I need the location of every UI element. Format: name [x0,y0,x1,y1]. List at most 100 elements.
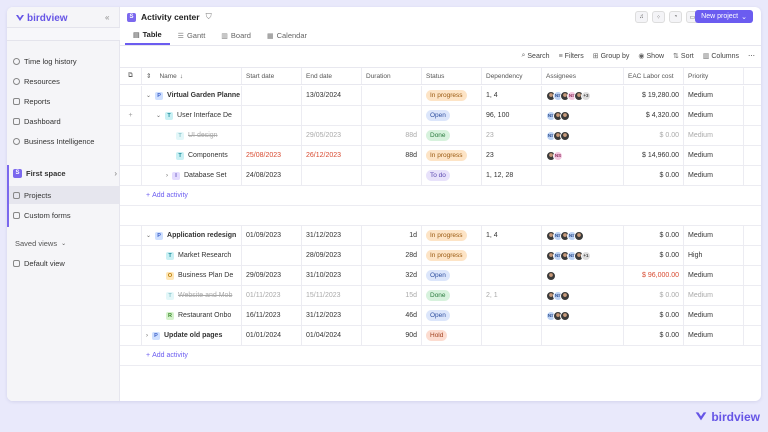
expand-chevron-icon[interactable]: ⌄ [146,92,151,99]
status-cell[interactable]: In progress [422,226,482,245]
priority-cell[interactable]: Medium [684,286,744,305]
end-date-cell[interactable]: 28/09/2023 [302,246,362,265]
sort-button[interactable]: ⇅ Sort [673,52,694,61]
status-cell[interactable]: In progress [422,246,482,265]
start-date-cell[interactable]: 16/11/2023 [242,306,302,325]
eac-cost-cell[interactable]: $ 19,280.00 [624,86,684,105]
avatar[interactable] [574,230,584,241]
table-row[interactable]: T UI design 29/05/2023 88d Done 23 NS $ 0.00 Med… [120,126,761,146]
row-gutter[interactable] [120,126,142,145]
table-row[interactable]: ⌄ P Application redesign 01/09/2023 31/12/20… [120,226,761,246]
column-start-date[interactable]: Start date [242,68,302,84]
sidebar-item-projects[interactable]: Projects [9,186,120,204]
row-gutter[interactable] [120,286,142,305]
avatar[interactable] [560,130,570,141]
table-row[interactable]: T Market Research 28/09/2023 28d In progress… [120,246,761,266]
end-date-cell[interactable]: 31/12/2023 [302,306,362,325]
dependency-cell[interactable]: 1, 4 [482,226,542,245]
priority-cell[interactable]: Medium [684,86,744,105]
expand-chevron-icon[interactable]: › [166,173,168,179]
status-cell[interactable]: Hold [422,326,482,345]
start-date-cell[interactable]: 29/09/2023 [242,266,302,285]
assignees-cell[interactable]: NS [542,126,624,145]
duration-cell[interactable] [362,86,422,105]
name-cell[interactable]: R Restaurant Onbo [142,306,242,325]
row-gutter[interactable] [120,326,142,345]
table-row[interactable]: O Business Plan De 29/09/2023 31/10/2023 32d… [120,266,761,286]
tab-gantt[interactable]: ☰ Gantt [170,26,214,45]
column-duration[interactable]: Duration [362,68,422,84]
row-gutter[interactable]: + [120,106,142,125]
sidebar-item-dashboard[interactable]: Dashboard [13,114,61,128]
assignees-cell[interactable]: NS [542,286,624,305]
avatar[interactable] [560,290,570,301]
bell-icon[interactable]: ♫ [635,11,648,23]
table-row[interactable]: + Add activity [120,186,761,206]
status-cell[interactable]: Open [422,106,482,125]
add-activity-button[interactable]: + Add activity [146,346,346,365]
status-cell[interactable]: Open [422,266,482,285]
add-activity-button[interactable]: + Add activity [146,186,346,205]
tab-table[interactable]: ▤ Table [125,26,170,45]
row-gutter[interactable] [120,166,142,185]
column-eac-cost[interactable]: EAC Labor cost [624,68,684,84]
search-button[interactable]: ⌕ Search [521,52,549,60]
eac-cost-cell[interactable]: $ 0.00 [624,226,684,245]
space-header[interactable]: S First space › [13,166,117,180]
dependency-cell[interactable]: 2, 1 [482,286,542,305]
duration-cell[interactable] [362,166,422,185]
sidebar-item-reports[interactable]: Reports [13,94,50,108]
expand-chevron-icon[interactable]: › [146,333,148,339]
row-gutter[interactable] [120,226,142,245]
avatar[interactable] [546,270,556,281]
assignees-cell[interactable]: NS NS +3 [542,86,624,105]
priority-cell[interactable]: High [684,246,744,265]
columns-button[interactable]: ▥ Columns [703,52,739,61]
priority-cell[interactable]: Medium [684,106,744,125]
start-date-cell[interactable] [242,86,302,105]
column-dependency[interactable]: Dependency [482,68,542,84]
status-cell[interactable]: In progress [422,146,482,165]
column-status[interactable]: Status [422,68,482,84]
name-cell[interactable]: T Website and Mob [142,286,242,305]
end-date-cell[interactable] [302,166,362,185]
dependency-cell[interactable] [482,266,542,285]
dependency-cell[interactable] [482,326,542,345]
assignees-cell[interactable] [542,326,624,345]
sidebar-item-resources[interactable]: Resources [13,74,60,88]
expand-chevron-icon[interactable]: ⌄ [146,232,151,239]
table-row[interactable]: R Restaurant Onbo 16/11/2023 31/12/2023 46d O… [120,306,761,326]
eac-cost-cell[interactable]: $ 0.00 [624,246,684,265]
name-cell[interactable]: › I Database Set [142,166,242,185]
start-date-cell[interactable]: 01/09/2023 [242,226,302,245]
eac-cost-cell[interactable]: $ 4,320.00 [624,106,684,125]
end-date-cell[interactable]: 13/03/2024 [302,86,362,105]
priority-cell[interactable]: Medium [684,326,744,345]
collapse-sidebar-icon[interactable]: « [105,13,109,22]
name-cell[interactable]: O Business Plan De [142,266,242,285]
name-cell[interactable]: › P Update old pages [142,326,242,345]
bookmark-icon[interactable]: ⛉ [206,12,212,22]
more-icon[interactable]: ⋯ [748,52,755,60]
row-gutter[interactable] [120,246,142,265]
duration-cell[interactable]: 15d [362,286,422,305]
name-cell[interactable]: ⌄ P Virtual Garden Planne [142,86,242,105]
priority-cell[interactable]: Medium [684,306,744,325]
add-row-icon[interactable]: + [128,112,132,119]
filters-button[interactable]: ≡ Filters [559,53,584,60]
name-cell[interactable]: T UI design [142,126,242,145]
column-end-date[interactable]: End date [302,68,362,84]
row-gutter[interactable] [120,266,142,285]
group-by-button[interactable]: ⊞ Group by [593,52,630,61]
eac-cost-cell[interactable]: $ 0.00 [624,306,684,325]
timer-icon[interactable]: ◔ [669,11,682,23]
end-date-cell[interactable]: 31/12/2023 [302,226,362,245]
sidebar-item-bi[interactable]: Business Intelligence [13,134,94,148]
column-name[interactable]: ⇕ Name ↓ [142,68,242,84]
name-cell[interactable]: ⌄ P Application redesign [142,226,242,245]
duration-cell[interactable]: 88d [362,146,422,165]
end-date-cell[interactable]: 31/10/2023 [302,266,362,285]
start-date-cell[interactable]: 24/08/2023 [242,166,302,185]
name-cell[interactable]: T Market Research [142,246,242,265]
tab-calendar[interactable]: ▦ Calendar [259,26,315,45]
